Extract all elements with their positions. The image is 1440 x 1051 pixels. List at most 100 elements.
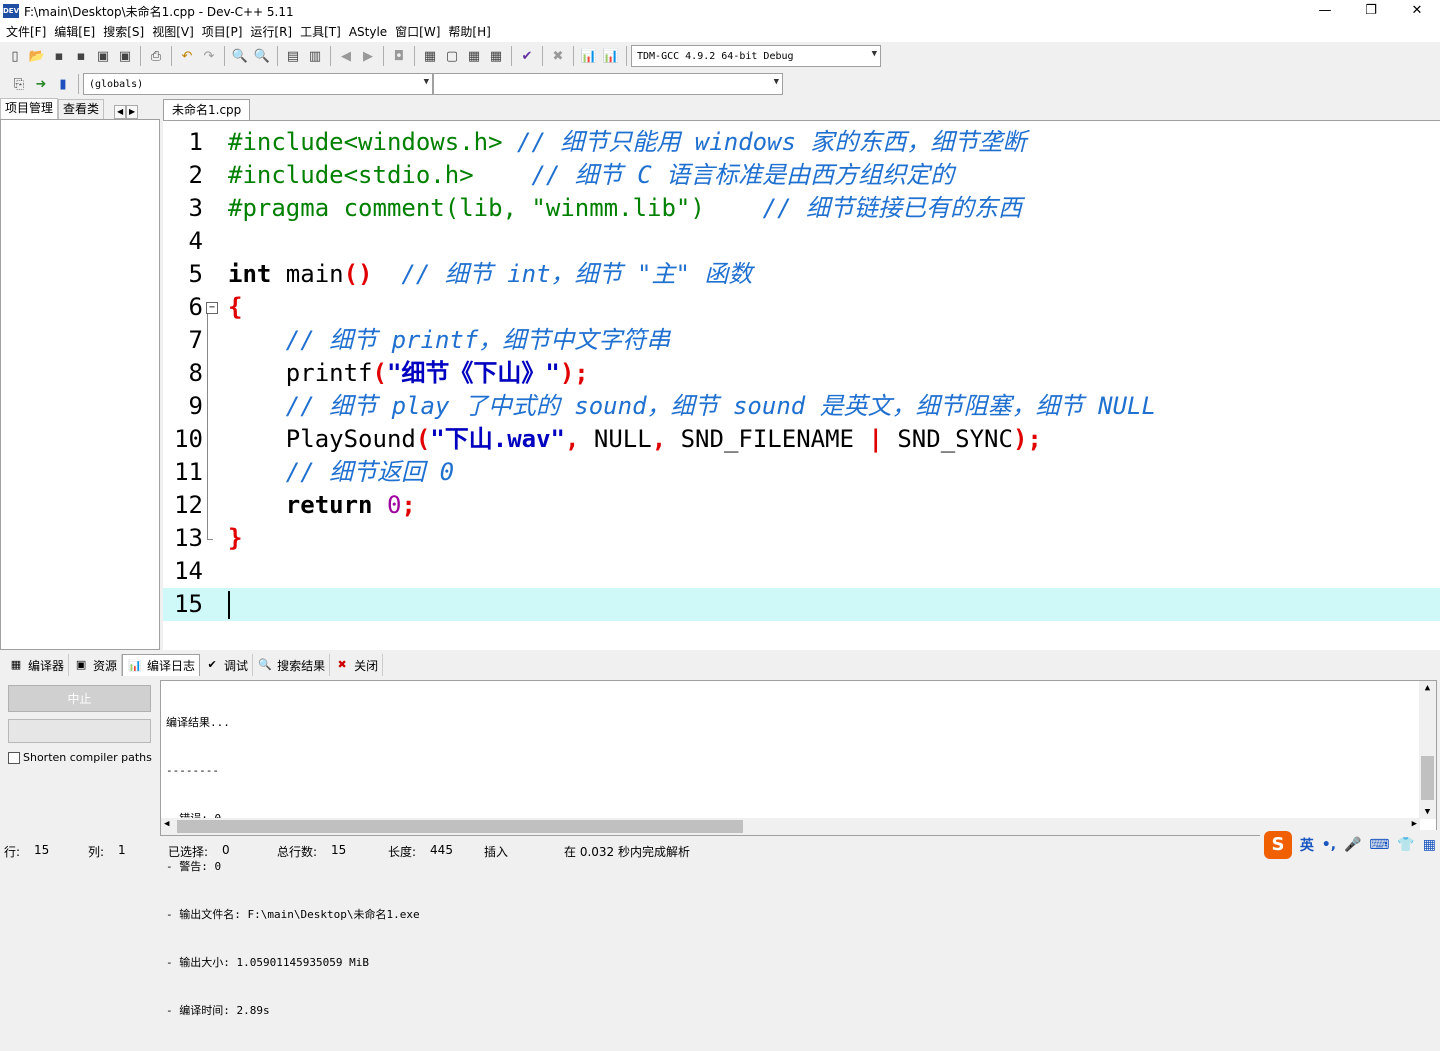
line-number: 3 <box>188 194 203 222</box>
line-number: 11 <box>174 458 203 486</box>
indent-icon[interactable]: ▶ <box>358 46 378 66</box>
code-editor[interactable]: 1 #include<windows.h> // 细节只能用 windows 家的… <box>163 120 1440 650</box>
status-col-value: 1 <box>118 843 126 857</box>
tab-project[interactable]: 项目管理 <box>0 98 59 119</box>
tab-classes[interactable]: 查看类 <box>58 99 105 119</box>
goto-class-icon[interactable]: ➜ <box>31 74 51 94</box>
stop-button[interactable]: 中止 <box>8 685 151 712</box>
scroll-down-icon[interactable]: ▼ <box>1419 807 1436 817</box>
current-code-line: 15 <box>163 588 1440 621</box>
window-title: F:\main\Desktop\未命名1.cpp - Dev-C++ 5.11 <box>24 4 294 19</box>
tab-search-results[interactable]: 🔍 搜索结果 <box>253 654 331 676</box>
menu-help[interactable]: 帮助[H] <box>444 22 494 42</box>
menu-edit[interactable]: 编辑[E] <box>50 22 99 42</box>
code-line: 8 printf("细节《下山》"); <box>163 357 1440 390</box>
menu-view[interactable]: 视图[V] <box>148 22 198 42</box>
profile-icon[interactable]: 📊 <box>579 46 599 66</box>
ime-logo-icon[interactable]: S <box>1263 831 1292 859</box>
scrollbar-thumb[interactable] <box>177 820 743 833</box>
punctuation-icon[interactable]: •, <box>1322 837 1336 853</box>
grid-icon: ▦ <box>10 658 22 671</box>
compile-run-icon[interactable]: ▦ <box>464 46 484 66</box>
toolbox-icon[interactable]: ▦ <box>1423 837 1436 853</box>
tab-label: 关闭 <box>354 658 379 673</box>
delete-profile-icon[interactable]: 📊 <box>601 46 621 66</box>
code-token: } <box>228 524 243 552</box>
compile-icon[interactable]: ▦ <box>420 46 440 66</box>
tab-close[interactable]: ✖ 关闭 <box>330 654 384 676</box>
close-button[interactable]: ✕ <box>1394 0 1440 22</box>
unindent-icon[interactable]: ◀ <box>336 46 356 66</box>
ime-language[interactable]: 英 <box>1300 835 1314 855</box>
compile-log[interactable]: 编译结果... -------- - 错误: 0 - 警告: 0 - 输出文件名… <box>160 680 1437 1017</box>
scroll-right-icon[interactable]: ▶ <box>1412 819 1417 829</box>
tab-resources[interactable]: ▣ 资源 <box>69 654 123 676</box>
chevron-down-icon: ▼ <box>773 77 779 87</box>
scrollbar-thumb[interactable] <box>1421 756 1434 800</box>
code-line: 14 <box>163 555 1440 588</box>
code-line: 13} <box>163 522 1440 555</box>
code-line: 12 return 0; <box>163 489 1440 522</box>
status-selection-label: 已选择: <box>168 845 209 859</box>
close-all-icon[interactable]: ▣ <box>115 46 135 66</box>
tab-file[interactable]: 未命名1.cpp <box>163 99 251 120</box>
compiler-select[interactable]: TDM-GCC 4.9.2 64-bit Debug ▼ <box>631 45 881 67</box>
scroll-up-icon[interactable]: ▲ <box>1419 683 1436 693</box>
tab-scroll-left-icon[interactable]: ◀ <box>114 105 127 119</box>
symbol-select[interactable]: ▼ <box>433 73 783 95</box>
scope-select[interactable]: (globals) ▼ <box>83 73 433 95</box>
redo-icon[interactable]: ↷ <box>199 46 219 66</box>
menu-astyle[interactable]: AStyle <box>345 22 391 42</box>
find-icon[interactable]: 🔍 <box>230 46 250 66</box>
line-number: 10 <box>174 425 203 453</box>
syntax-check-icon[interactable]: ✔ <box>517 46 537 66</box>
replace-icon[interactable]: 🔍 <box>252 46 272 66</box>
log-line: - 输出文件名: F:\main\Desktop\未命名1.exe <box>166 908 420 921</box>
save-all-icon[interactable]: ▪ <box>71 46 91 66</box>
code-line: 5 int main() // 细节 int，细节 "主" 函数 <box>163 258 1440 291</box>
code-token: | <box>868 425 883 453</box>
code-token: ; <box>401 491 416 519</box>
bookmark-icon[interactable]: ▥ <box>305 46 325 66</box>
tab-compile-log[interactable]: 📊 编译日志 <box>122 654 201 676</box>
scroll-left-icon[interactable]: ◀ <box>164 819 169 829</box>
code-line: 9 // 细节 play 了中式的 sound，细节 sound 是英文，细节阻… <box>163 390 1440 423</box>
save-icon[interactable]: ▪ <box>49 46 69 66</box>
menu-search[interactable]: 搜索[S] <box>99 22 148 42</box>
menu-window[interactable]: 窗口[W] <box>391 22 444 42</box>
menu-run[interactable]: 运行[R] <box>246 22 296 42</box>
run-icon[interactable]: ▢ <box>442 46 462 66</box>
menu-tools[interactable]: 工具[T] <box>296 22 345 42</box>
declaration-icon[interactable]: ▮ <box>53 74 73 94</box>
checkbox-box[interactable] <box>8 751 20 764</box>
microphone-icon[interactable]: 🎤 <box>1344 837 1361 853</box>
code-token: #pragma comment(lib, "winmm.lib") <box>228 194 749 222</box>
project-tree[interactable] <box>0 119 160 650</box>
insert-icon[interactable]: ⎘ <box>9 74 29 94</box>
tab-compiler[interactable]: ▦ 编译器 <box>4 654 70 676</box>
minimize-button[interactable]: — <box>1302 0 1348 22</box>
new-file-icon[interactable]: ▯ <box>5 46 25 66</box>
undo-icon[interactable]: ↶ <box>177 46 197 66</box>
keyboard-icon[interactable]: ⌨ <box>1369 837 1389 853</box>
tab-scroll-right-icon[interactable]: ▶ <box>126 105 139 119</box>
menu-project[interactable]: 项目[P] <box>198 22 247 42</box>
shorten-paths-checkbox[interactable]: Shorten compiler paths <box>8 751 152 764</box>
code-string: "下山.wav" <box>430 425 565 453</box>
goto-icon[interactable]: ▤ <box>283 46 303 66</box>
code-comment: // 细节 play 了中式的 sound，细节 sound 是英文，细节阻塞，… <box>228 392 1156 420</box>
toggle-comment-icon[interactable]: ◘ <box>389 46 409 66</box>
rebuild-icon[interactable]: ▦ <box>486 46 506 66</box>
close-file-icon[interactable]: ▣ <box>93 46 113 66</box>
print-icon[interactable]: ⎙ <box>146 46 166 66</box>
log-vertical-scrollbar[interactable]: ▲ ▼ <box>1419 681 1436 819</box>
stop-icon[interactable]: ✖ <box>548 46 568 66</box>
open-file-icon[interactable]: 📂 <box>27 46 47 66</box>
menu-file[interactable]: 文件[F] <box>2 22 50 42</box>
code-comment: // 细节只能用 windows 家的东西，细节垄断 <box>502 128 1027 156</box>
log-horizontal-scrollbar[interactable]: ◀ ▶ <box>161 818 1420 835</box>
maximize-button[interactable]: ❐ <box>1348 0 1394 22</box>
shirt-icon[interactable]: 👕 <box>1397 837 1414 853</box>
fold-toggle-icon[interactable]: − <box>206 302 218 314</box>
tab-debug[interactable]: ✔ 调试 <box>200 654 254 676</box>
